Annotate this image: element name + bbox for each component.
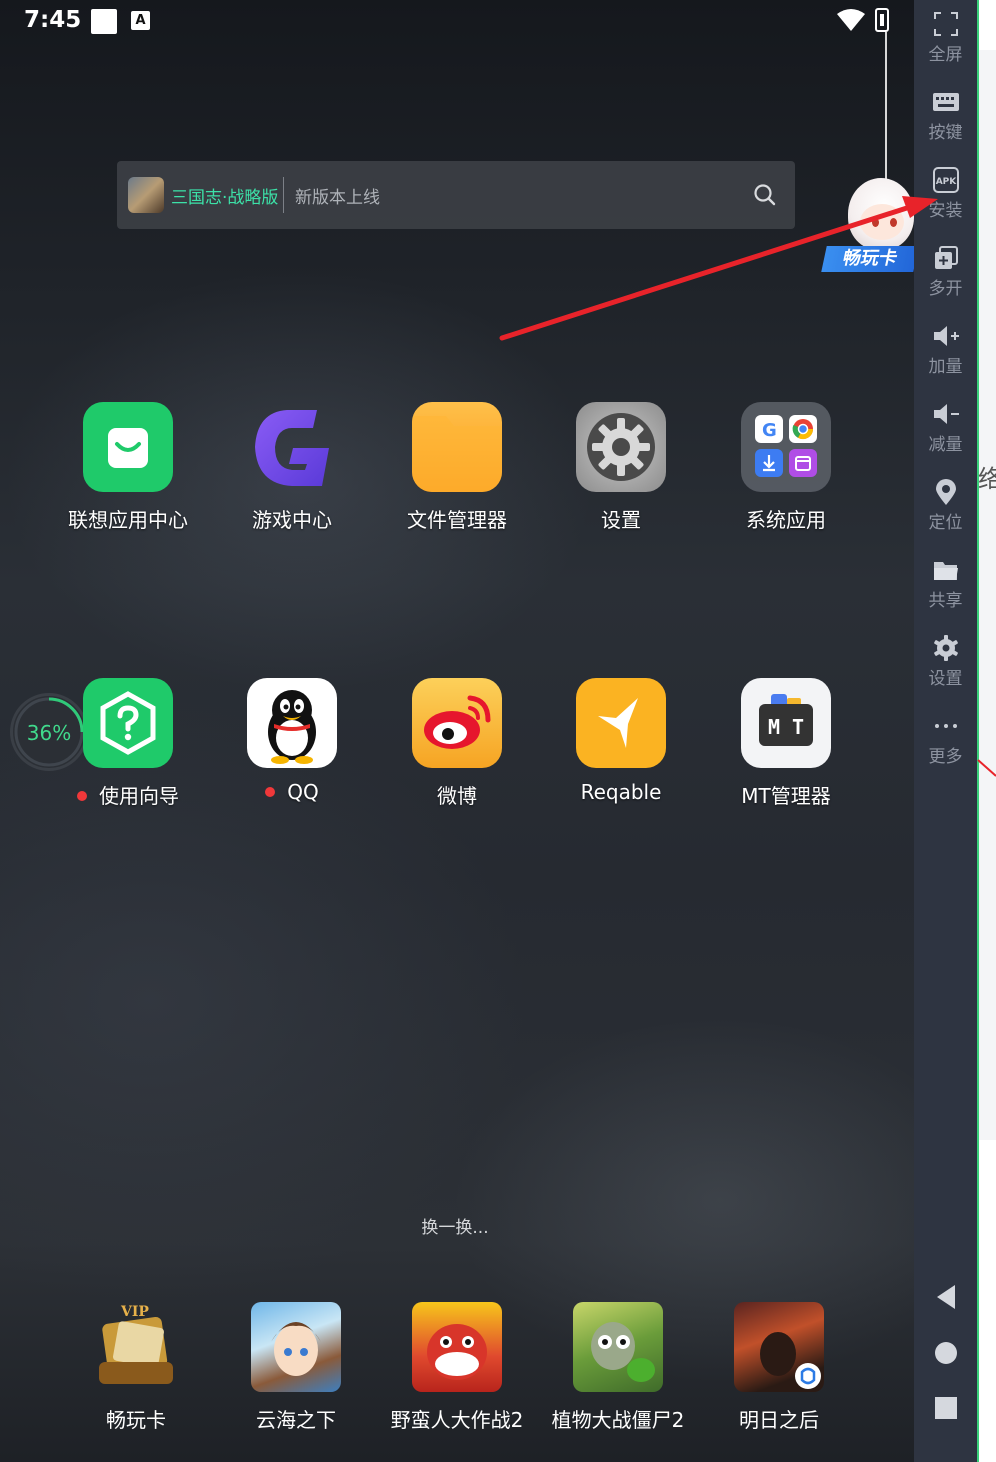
google-icon: G bbox=[755, 415, 783, 443]
chrome-icon bbox=[789, 415, 817, 443]
toolbar-volume-up[interactable]: 加量 bbox=[914, 322, 977, 377]
app-settings[interactable]: 设置 bbox=[546, 402, 696, 533]
app-reqable[interactable]: Reqable bbox=[546, 678, 696, 804]
wifi-icon bbox=[837, 9, 865, 31]
search-hint: 新版本上线 bbox=[295, 188, 380, 208]
svg-text:M T: M T bbox=[768, 715, 804, 739]
android-home-screen: 7:45 A 三国志·战略版 新版本上线 畅玩卡 联想应用中心 游戏中心 文件管… bbox=[0, 0, 914, 1462]
search-divider bbox=[283, 177, 284, 213]
more-icon bbox=[934, 724, 957, 728]
toolbar-install-apk[interactable]: APK 安装 bbox=[914, 166, 977, 221]
mt-folder-icon: M T bbox=[741, 678, 831, 768]
recents-icon bbox=[934, 1397, 957, 1419]
multi-instance-icon bbox=[934, 246, 958, 269]
back-icon bbox=[936, 1285, 955, 1309]
search-game-name: 三国志·战略版 bbox=[171, 188, 279, 208]
help-hexagon-icon bbox=[83, 678, 173, 768]
svg-text:APK: APK bbox=[935, 177, 957, 187]
app-user-guide[interactable]: 使用向导 bbox=[53, 678, 203, 809]
battery-icon bbox=[875, 8, 889, 32]
game-lifeafter[interactable]: 明日之后 bbox=[704, 1302, 854, 1433]
location-icon bbox=[935, 479, 956, 505]
lifeafter-game-icon bbox=[734, 1302, 824, 1392]
barbarian-game-icon bbox=[412, 1302, 502, 1392]
weibo-eye-icon bbox=[412, 678, 502, 768]
app-folder-icon: G bbox=[741, 402, 831, 492]
nav-home-button[interactable] bbox=[914, 1338, 977, 1368]
toolbar-more[interactable]: 更多 bbox=[914, 712, 977, 767]
emulator-toolbar: 全屏 按键 APK 安装 多开 加量 减量 定位 共享 设置 更多 bbox=[914, 0, 977, 1462]
debug-line bbox=[885, 32, 887, 197]
keyboard-icon bbox=[932, 93, 959, 111]
game-barbarian[interactable]: 野蛮人大作战2 bbox=[382, 1302, 532, 1433]
app-file-manager[interactable]: 文件管理器 bbox=[382, 402, 532, 533]
notification-square-icon bbox=[91, 9, 117, 34]
folder-icon bbox=[412, 402, 502, 492]
host-window-text: 络 bbox=[978, 465, 996, 493]
game-yunhai[interactable]: 云海之下 bbox=[221, 1302, 371, 1433]
search-bar[interactable]: 三国志·战略版 新版本上线 bbox=[117, 161, 795, 229]
home-icon bbox=[934, 1342, 957, 1364]
status-bar: 7:45 A bbox=[0, 0, 914, 44]
svg-text:G: G bbox=[762, 420, 777, 441]
volume-down-icon bbox=[933, 404, 959, 424]
hummingbird-icon bbox=[576, 678, 666, 768]
vip-card-icon: VIP bbox=[91, 1302, 181, 1392]
game-pvz2[interactable]: 植物大战僵尸2 bbox=[543, 1302, 693, 1433]
toolbar-location[interactable]: 定位 bbox=[914, 478, 977, 533]
toolbar-settings[interactable]: 设置 bbox=[914, 634, 977, 689]
mascot-label: 畅玩卡 bbox=[821, 246, 914, 272]
toolbar-volume-down[interactable]: 减量 bbox=[914, 400, 977, 455]
download-icon bbox=[755, 449, 783, 477]
app-mt-manager[interactable]: M T MT管理器 bbox=[711, 678, 861, 809]
shuffle-button[interactable]: 换一换... bbox=[380, 1213, 530, 1238]
game-center-g-icon bbox=[247, 402, 337, 492]
search-icon[interactable] bbox=[753, 183, 777, 207]
toolbar-share-folder[interactable]: 共享 bbox=[914, 556, 977, 611]
gear-icon bbox=[576, 402, 666, 492]
shopping-bag-icon bbox=[83, 402, 173, 492]
volume-up-icon bbox=[933, 326, 959, 346]
app-system-apps[interactable]: G 系统应用 bbox=[711, 402, 861, 533]
toolbar-fullscreen[interactable]: 全屏 bbox=[914, 10, 977, 65]
app-lenovo-store[interactable]: 联想应用中心 bbox=[53, 402, 203, 533]
qq-penguin-icon bbox=[247, 678, 337, 768]
folder-icon bbox=[933, 562, 958, 580]
app-weibo[interactable]: 微博 bbox=[382, 678, 532, 809]
gear-icon bbox=[933, 635, 958, 661]
toolbar-multi-instance[interactable]: 多开 bbox=[914, 244, 977, 299]
host-window-panel bbox=[979, 50, 996, 1140]
game-vip-card[interactable]: VIP 畅玩卡 bbox=[61, 1302, 211, 1433]
host-window-border bbox=[977, 0, 979, 1462]
notification-a-icon: A bbox=[131, 11, 150, 30]
new-badge-dot bbox=[265, 787, 276, 797]
mascot-floating-widget[interactable]: 畅玩卡 bbox=[821, 174, 914, 272]
nav-back-button[interactable] bbox=[914, 1282, 977, 1312]
yunhai-game-icon bbox=[251, 1302, 341, 1392]
nav-recents-button[interactable] bbox=[914, 1393, 977, 1423]
zombie-game-icon bbox=[573, 1302, 663, 1392]
fullscreen-icon bbox=[933, 12, 958, 36]
new-badge-dot bbox=[77, 791, 87, 801]
status-time: 7:45 bbox=[24, 7, 82, 33]
apk-install-icon: APK bbox=[932, 167, 959, 193]
toolbar-keymap[interactable]: 按键 bbox=[914, 88, 977, 143]
game-thumbnail-icon bbox=[128, 177, 164, 213]
svg-text:VIP: VIP bbox=[120, 1304, 149, 1320]
app-qq[interactable]: QQ bbox=[217, 678, 367, 804]
calendar-icon bbox=[789, 449, 817, 477]
app-game-center[interactable]: 游戏中心 bbox=[217, 402, 367, 533]
